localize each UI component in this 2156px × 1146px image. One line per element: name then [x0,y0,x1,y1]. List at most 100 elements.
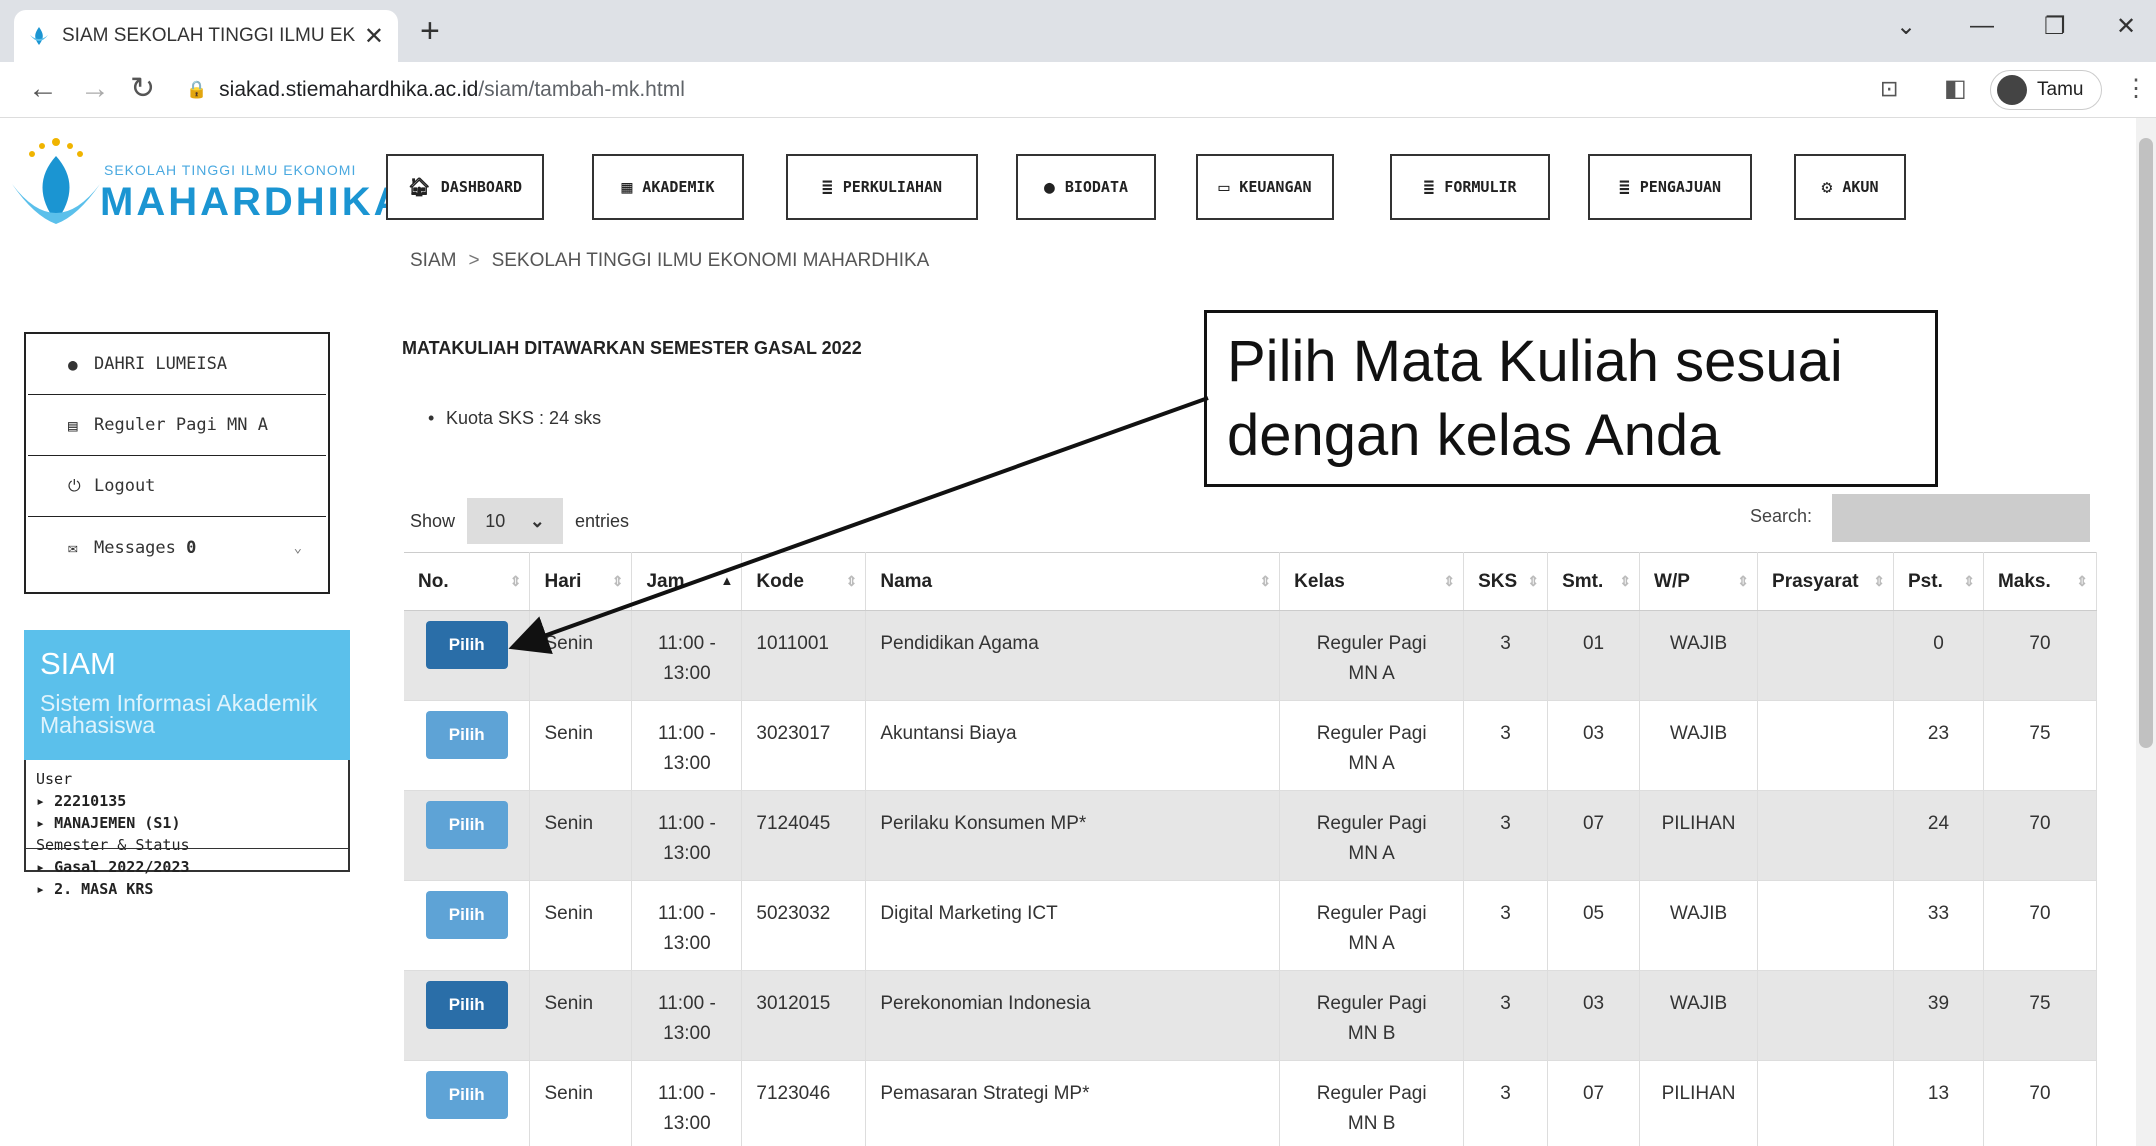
cell-jam-start: 11:00 - [658,633,716,654]
profile-button[interactable]: Tamu [1990,70,2102,110]
column-header-5[interactable]: Kelas ⇕ [1279,552,1465,611]
nav-akun[interactable]: ⚙ AKUN [1794,154,1906,220]
browser-tab[interactable]: SIAM SEKOLAH TINGGI ILMU EK● ✕ [14,10,398,62]
table-cell: 23 [1893,700,1984,791]
table-row: Pilih Senin 11:00 - 13:00 7123046 Pemasaran S… [404,1060,2098,1146]
logout-item[interactable]: ⏻ Logout [28,456,326,517]
sort-icon: ⇕ [1873,573,1885,589]
cell-pst: 33 [1927,903,1950,924]
pilih-button[interactable]: Pilih [425,981,508,1029]
translate-icon[interactable]: ⊡ [1880,70,1898,108]
pilih-button[interactable]: Pilih [425,891,508,939]
cell-jam-start: 11:00 - [658,903,716,924]
table-cell: Akuntansi Biaya [865,700,1281,791]
column-header-7[interactable]: Smt. ⇕ [1547,552,1641,611]
siam-subtitle: Sistem Informasi Akademik Mahasiswa [40,690,318,738]
page-scrollbar[interactable] [2136,118,2156,1146]
table-cell: Reguler Pagi MN A [1279,610,1465,701]
nav-formulir[interactable]: ≣ FORMULIR [1390,154,1550,220]
cell-wp: PILIHAN [1661,1083,1736,1104]
briefcase-icon: ▦ [621,176,633,198]
messages-item[interactable]: ✉ Messages 0 ⌄ [28,517,326,578]
nav-pengajuan[interactable]: ≣ PENGAJUAN [1588,154,1752,220]
table-cell: Digital Marketing ICT [865,880,1281,971]
user-class-item[interactable]: ▤ Reguler Pagi MN A [28,395,326,456]
browser-toolbar: ← → ↻ 🔒 siakad.stiemahardhika.ac.id/siam… [0,62,2156,118]
nav-perkuliahan[interactable]: ≣ PERKULIAHAN [786,154,978,220]
pilih-button[interactable]: Pilih [425,801,508,849]
window-close-icon[interactable]: ✕ [2116,12,2136,41]
back-icon[interactable]: ← [28,70,58,108]
cell-sks: 3 [1500,993,1511,1014]
table-cell: 11:00 - 13:00 [631,700,743,791]
profile-label: Tamu [2037,79,2084,100]
cell-jam-end: 13:00 [663,753,711,774]
nav-biodata[interactable]: ● BIODATA [1016,154,1156,220]
tab-search-icon[interactable]: ⌄ [1896,12,1916,41]
column-header-3[interactable]: Kode ⇕ [741,552,867,611]
cell-hari: Senin [544,1083,594,1104]
column-header-1[interactable]: Hari ⇕ [529,552,633,611]
breadcrumb-root[interactable]: SIAM [410,250,456,271]
cell-wp: WAJIB [1669,633,1728,654]
column-header-2[interactable]: Jam ▲ [631,552,743,611]
column-header-9[interactable]: Prasyarat ⇕ [1757,552,1894,611]
table-cell: 0 [1893,610,1984,701]
cell-kelas-line2: MN A [1348,753,1395,774]
entries-select[interactable]: 10 ⌄ [467,498,564,544]
cell-sks: 3 [1500,723,1511,744]
siam-divider [26,848,348,849]
table-cell: 3023017 [741,700,867,791]
address-bar[interactable]: 🔒 siakad.stiemahardhika.ac.id/siam/tamba… [186,70,1886,110]
column-header-6[interactable]: SKS ⇕ [1463,552,1549,611]
column-header-11[interactable]: Maks. ⇕ [1983,552,2098,611]
restore-icon[interactable]: ❐ [2044,12,2066,41]
table-cell: Reguler Pagi MN B [1279,1060,1465,1146]
cell-kelas-line1: Reguler Pagi [1316,723,1427,744]
url-path: /siam/tambah-mk.html [478,78,685,101]
user-menu: ● DAHRI LUMEISA ▤ Reguler Pagi MN A ⏻ Logou… [24,332,330,594]
table-cell: 75 [1983,970,2098,1061]
table-cell: Reguler Pagi MN A [1279,700,1465,791]
table-cell: 3012015 [741,970,867,1061]
minimize-icon[interactable]: — [1970,12,1994,40]
annotation-callout: Pilih Mata Kuliah sesuai dengan kelas An… [1204,310,1938,487]
table-cell: 5023032 [741,880,867,971]
table-cell: 11:00 - 13:00 [631,1060,743,1146]
user-name-item[interactable]: ● DAHRI LUMEISA [28,334,326,395]
table-row: Pilih Senin 11:00 - 13:00 5023032 Digital Mar… [404,880,2098,971]
cell-nama: Perilaku Konsumen MP* [880,813,1087,834]
pilih-button[interactable]: Pilih [425,1071,508,1119]
new-tab-button[interactable]: + [420,14,440,48]
user-icon: ● [1043,176,1055,198]
nav-keuangan[interactable]: ▭ KEUANGAN [1196,154,1334,220]
lock-icon: 🔒 [186,80,208,99]
pilih-button[interactable]: Pilih [425,621,508,669]
user-icon: ● [68,354,78,374]
sidepanel-icon[interactable]: ◧ [1944,70,1967,108]
envelope-icon: ✉ [68,538,78,557]
tab-close-icon[interactable]: ✕ [364,22,384,51]
menu-kebab-icon[interactable]: ⋮ [2124,70,2148,108]
pilih-button[interactable]: Pilih [425,711,508,759]
table-cell: PILIHAN [1639,1060,1759,1146]
column-header-8[interactable]: W/P ⇕ [1639,552,1759,611]
scrollbar-thumb[interactable] [2139,138,2153,748]
cell-kode: 1011001 [756,633,829,654]
forward-icon[interactable]: → [80,70,110,108]
column-header-10[interactable]: Pst. ⇕ [1893,552,1984,611]
cell-hari: Senin [544,723,594,744]
entries-length-control: Show 10 ⌄ entries [410,498,629,544]
krs-status: ▸ 2. MASA KRS [36,880,154,898]
reload-icon[interactable]: ↻ [130,70,155,108]
nav-akademik[interactable]: ▦ AKADEMIK [592,154,744,220]
column-header-0[interactable]: No. ⇕ [404,552,531,611]
cell-kelas-line1: Reguler Pagi [1316,1083,1427,1104]
form-icon: ≣ [1423,176,1435,198]
cell-kelas-line2: MN A [1348,663,1395,684]
sort-icon: ⇕ [2076,573,2088,589]
nav-dashboard[interactable]: 🏠︎ DASHBOARD [386,154,544,220]
table-cell [1757,1060,1894,1146]
search-input[interactable] [1832,494,2090,542]
column-header-4[interactable]: Nama ⇕ [865,552,1281,611]
